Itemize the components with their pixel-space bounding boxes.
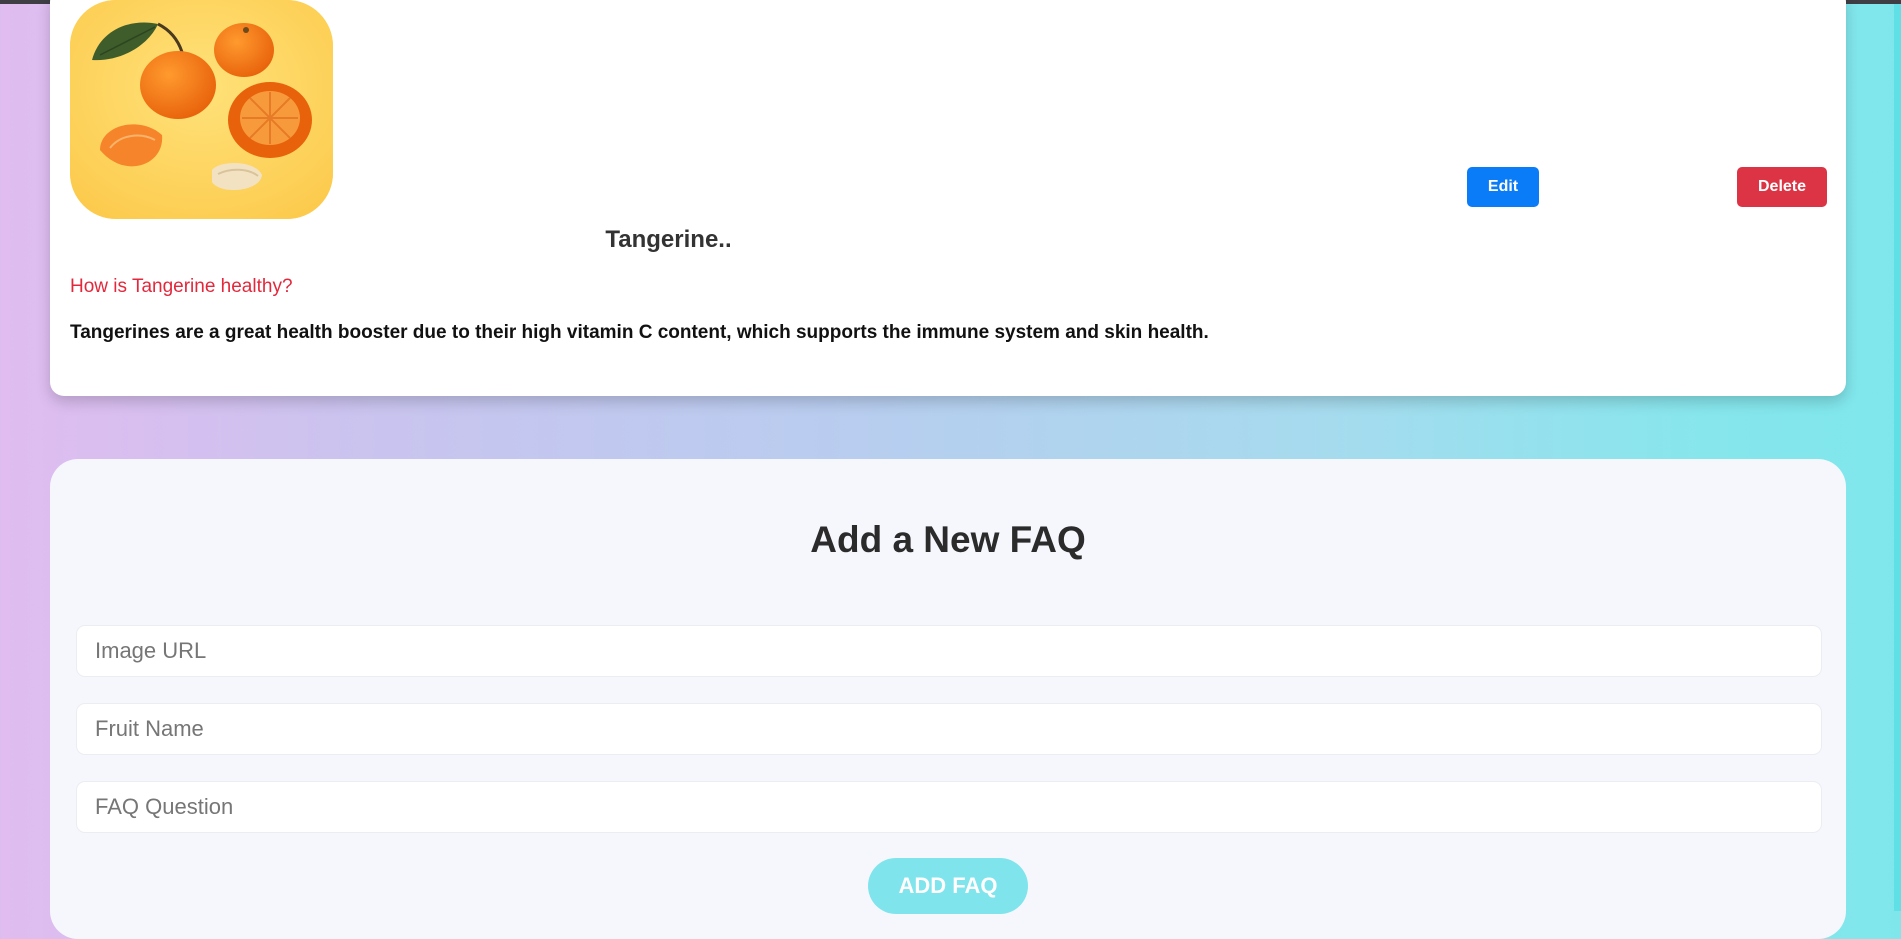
delete-button[interactable]: Delete	[1737, 167, 1827, 207]
edit-button[interactable]: Edit	[1467, 167, 1539, 207]
faq-card: Edit Delete Tangerine.. How is Tangerine…	[50, 0, 1846, 396]
image-url-input[interactable]	[76, 625, 1822, 677]
fruit-name-input[interactable]	[76, 703, 1822, 755]
fruit-image	[70, 0, 333, 219]
faq-question-input[interactable]	[76, 781, 1822, 833]
faq-answer: Tangerines are a great health booster du…	[70, 322, 1209, 343]
add-faq-button[interactable]: ADD FAQ	[868, 858, 1028, 914]
add-faq-form: Add a New FAQ ADD FAQ	[50, 459, 1846, 939]
fruit-name: Tangerine..	[605, 226, 732, 253]
faq-question: How is Tangerine healthy?	[70, 276, 293, 297]
form-title: Add a New FAQ	[810, 519, 1086, 560]
scrollbar-track[interactable]	[1894, 4, 1901, 911]
tangerine-photo	[70, 0, 333, 219]
